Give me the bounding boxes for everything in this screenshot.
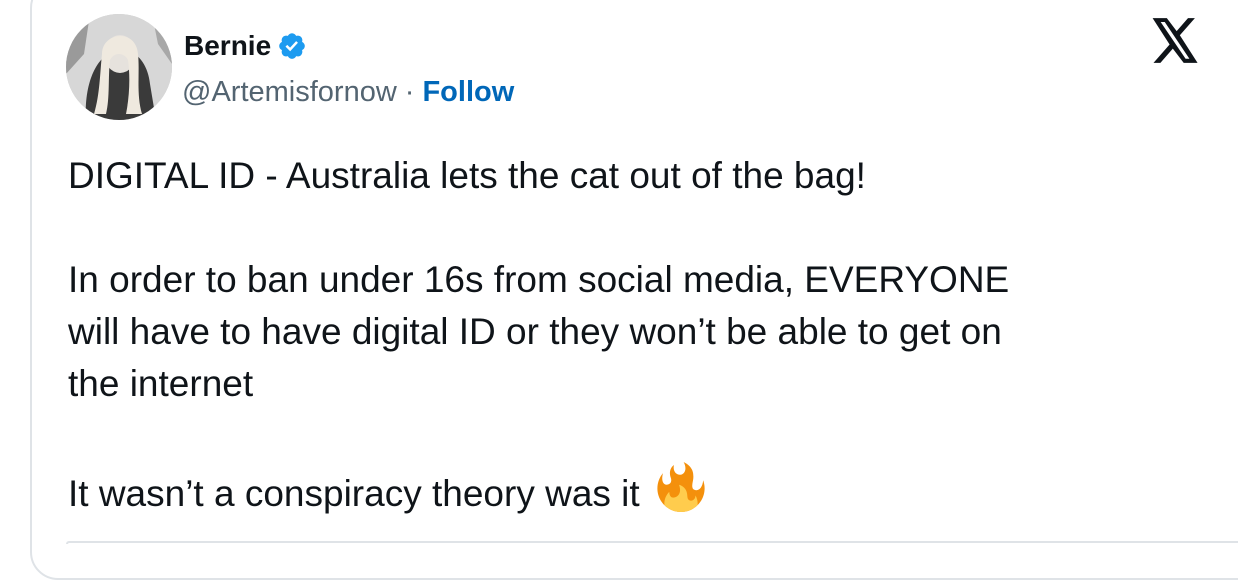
author-name[interactable]: Bernie [184,30,271,62]
tweet-line: In order to ban under 16s from social me… [68,259,1010,300]
tweet-text: DIGITAL ID - Australia lets the cat out … [68,150,1188,526]
tweet-paragraph-1: DIGITAL ID - Australia lets the cat out … [68,150,1188,202]
x-logo-icon[interactable] [1150,18,1200,64]
separator-dot: · [404,75,415,108]
tweet-line: It wasn’t a conspiracy theory was it [68,473,640,514]
fire-emoji-icon [656,462,706,526]
follow-button[interactable]: Follow [422,76,514,109]
verified-badge-icon [277,31,307,61]
tweet-paragraph-3: It wasn’t a conspiracy theory was it [68,462,1188,526]
author-name-row: Bernie [184,26,307,66]
author-handle-row: @Artemisfornow · Follow [182,72,514,112]
tweet-line: will have to have digital ID or they won… [68,311,1002,352]
avatar[interactable] [66,14,172,120]
author-handle[interactable]: @Artemisfornow [182,76,397,109]
tweet-line: the internet [68,363,254,404]
tweet-line: DIGITAL ID - Australia lets the cat out … [68,155,866,196]
tweet-paragraph-2: In order to ban under 16s from social me… [68,254,1188,410]
